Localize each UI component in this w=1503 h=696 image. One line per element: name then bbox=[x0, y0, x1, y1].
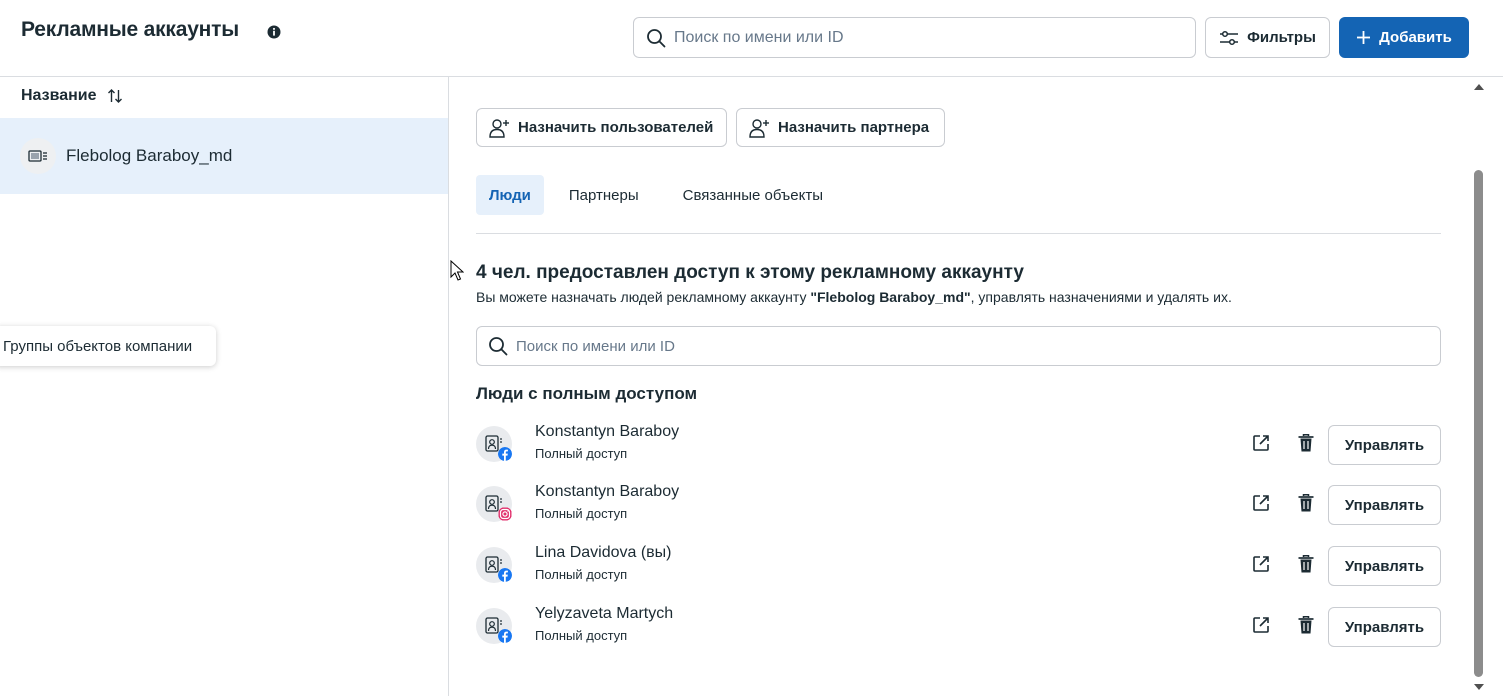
add-button[interactable]: Добавить bbox=[1339, 17, 1469, 58]
person-name: Lina Davidova (вы) bbox=[535, 544, 672, 561]
account-search-input[interactable] bbox=[674, 18, 1185, 57]
tab-people[interactable]: Люди bbox=[476, 175, 544, 215]
add-label: Добавить bbox=[1379, 29, 1452, 46]
person-name: Yelyzaveta Martych bbox=[535, 605, 674, 622]
desc-suffix: , управлять назначениями и удалять их. bbox=[970, 289, 1232, 305]
person-access-level: Полный доступ bbox=[535, 567, 628, 582]
scrollbar-thumb[interactable] bbox=[1474, 170, 1483, 677]
instagram-icon bbox=[498, 507, 512, 521]
people-search-field[interactable] bbox=[476, 326, 1441, 366]
name-column-label: Название bbox=[21, 87, 97, 104]
manage-button[interactable]: Управлять bbox=[1328, 485, 1441, 525]
page-title: Рекламные аккаунты bbox=[21, 18, 239, 41]
external-link-icon[interactable] bbox=[1251, 493, 1271, 513]
section-title: 4 чел. предоставлен доступ к этому рекла… bbox=[476, 262, 1024, 283]
search-icon bbox=[489, 337, 508, 356]
facebook-icon bbox=[498, 568, 512, 582]
manage-button[interactable]: Управлять bbox=[1328, 425, 1441, 465]
external-link-icon[interactable] bbox=[1251, 433, 1271, 453]
name-column-header[interactable]: Название bbox=[21, 87, 123, 105]
search-icon bbox=[647, 29, 666, 48]
plus-icon bbox=[1357, 31, 1371, 44]
manage-button[interactable]: Управлять bbox=[1328, 546, 1441, 586]
account-row[interactable]: Flebolog Baraboy_md bbox=[0, 118, 448, 194]
tabs: Люди Партнеры Связанные объекты bbox=[476, 175, 836, 215]
trash-icon[interactable] bbox=[1296, 433, 1316, 453]
person-access-level: Полный доступ bbox=[535, 446, 628, 461]
person-access-level: Полный доступ bbox=[535, 506, 628, 521]
add-person-icon bbox=[489, 118, 509, 138]
info-icon[interactable] bbox=[267, 25, 281, 39]
desc-account-name: "Flebolog Baraboy_md" bbox=[810, 289, 971, 305]
person-name: Konstantyn Baraboy bbox=[535, 423, 680, 440]
scrollbar[interactable] bbox=[1471, 77, 1487, 696]
filters-button[interactable]: Фильтры bbox=[1205, 17, 1330, 58]
top-header: Рекламные аккаунты Фильтры Добавить bbox=[0, 0, 1503, 77]
account-details-panel: Назначить пользователей Назначить партне… bbox=[449, 77, 1471, 696]
sliders-icon bbox=[1220, 30, 1239, 45]
person-name: Konstantyn Baraboy bbox=[535, 483, 680, 500]
manage-button[interactable]: Управлять bbox=[1328, 607, 1441, 647]
tabs-divider bbox=[476, 233, 1441, 234]
full-access-group-title: Люди с полным доступом bbox=[476, 384, 698, 403]
person-row: Lina Davidova (вы) Полный доступ Управлять bbox=[476, 544, 1441, 586]
trash-icon[interactable] bbox=[1296, 493, 1316, 513]
external-link-icon[interactable] bbox=[1251, 615, 1271, 635]
scroll-down-arrow-icon[interactable] bbox=[1473, 683, 1485, 691]
person-row: Yelyzaveta Martych Полный доступ Управлять bbox=[476, 605, 1441, 647]
trash-icon[interactable] bbox=[1296, 615, 1316, 635]
accounts-list-panel: Название Flebolog Baraboy_md Группы объе… bbox=[0, 77, 449, 696]
person-row: Konstantyn Baraboy Полный доступ Управлять bbox=[476, 483, 1441, 525]
external-link-icon[interactable] bbox=[1251, 554, 1271, 574]
mouse-cursor-icon bbox=[450, 260, 464, 281]
assign-partner-label: Назначить партнера bbox=[778, 119, 930, 136]
facebook-icon bbox=[498, 629, 512, 643]
assign-users-label: Назначить пользователей bbox=[518, 119, 714, 136]
tooltip: Группы объектов компании bbox=[0, 326, 216, 366]
sort-icon[interactable] bbox=[107, 88, 123, 104]
assign-users-button[interactable]: Назначить пользователей bbox=[476, 108, 727, 147]
person-access-level: Полный доступ bbox=[535, 628, 628, 643]
person-row: Konstantyn Baraboy Полный доступ Управлять bbox=[476, 423, 1441, 465]
add-partner-icon bbox=[749, 118, 769, 138]
filters-label: Фильтры bbox=[1247, 29, 1316, 46]
people-search-input[interactable] bbox=[516, 327, 1429, 365]
tab-partners[interactable]: Партнеры bbox=[556, 175, 652, 215]
tab-linked-objects[interactable]: Связанные объекты bbox=[670, 175, 836, 215]
facebook-icon bbox=[498, 447, 512, 461]
assign-partner-button[interactable]: Назначить партнера bbox=[736, 108, 945, 147]
account-name: Flebolog Baraboy_md bbox=[66, 146, 233, 165]
section-description: Вы можете назначать людей рекламному акк… bbox=[476, 289, 1232, 305]
scroll-up-arrow-icon[interactable] bbox=[1473, 83, 1485, 91]
trash-icon[interactable] bbox=[1296, 554, 1316, 574]
desc-prefix: Вы можете назначать людей рекламному акк… bbox=[476, 289, 811, 305]
account-search-field[interactable] bbox=[633, 17, 1196, 58]
ad-account-icon bbox=[20, 138, 56, 174]
